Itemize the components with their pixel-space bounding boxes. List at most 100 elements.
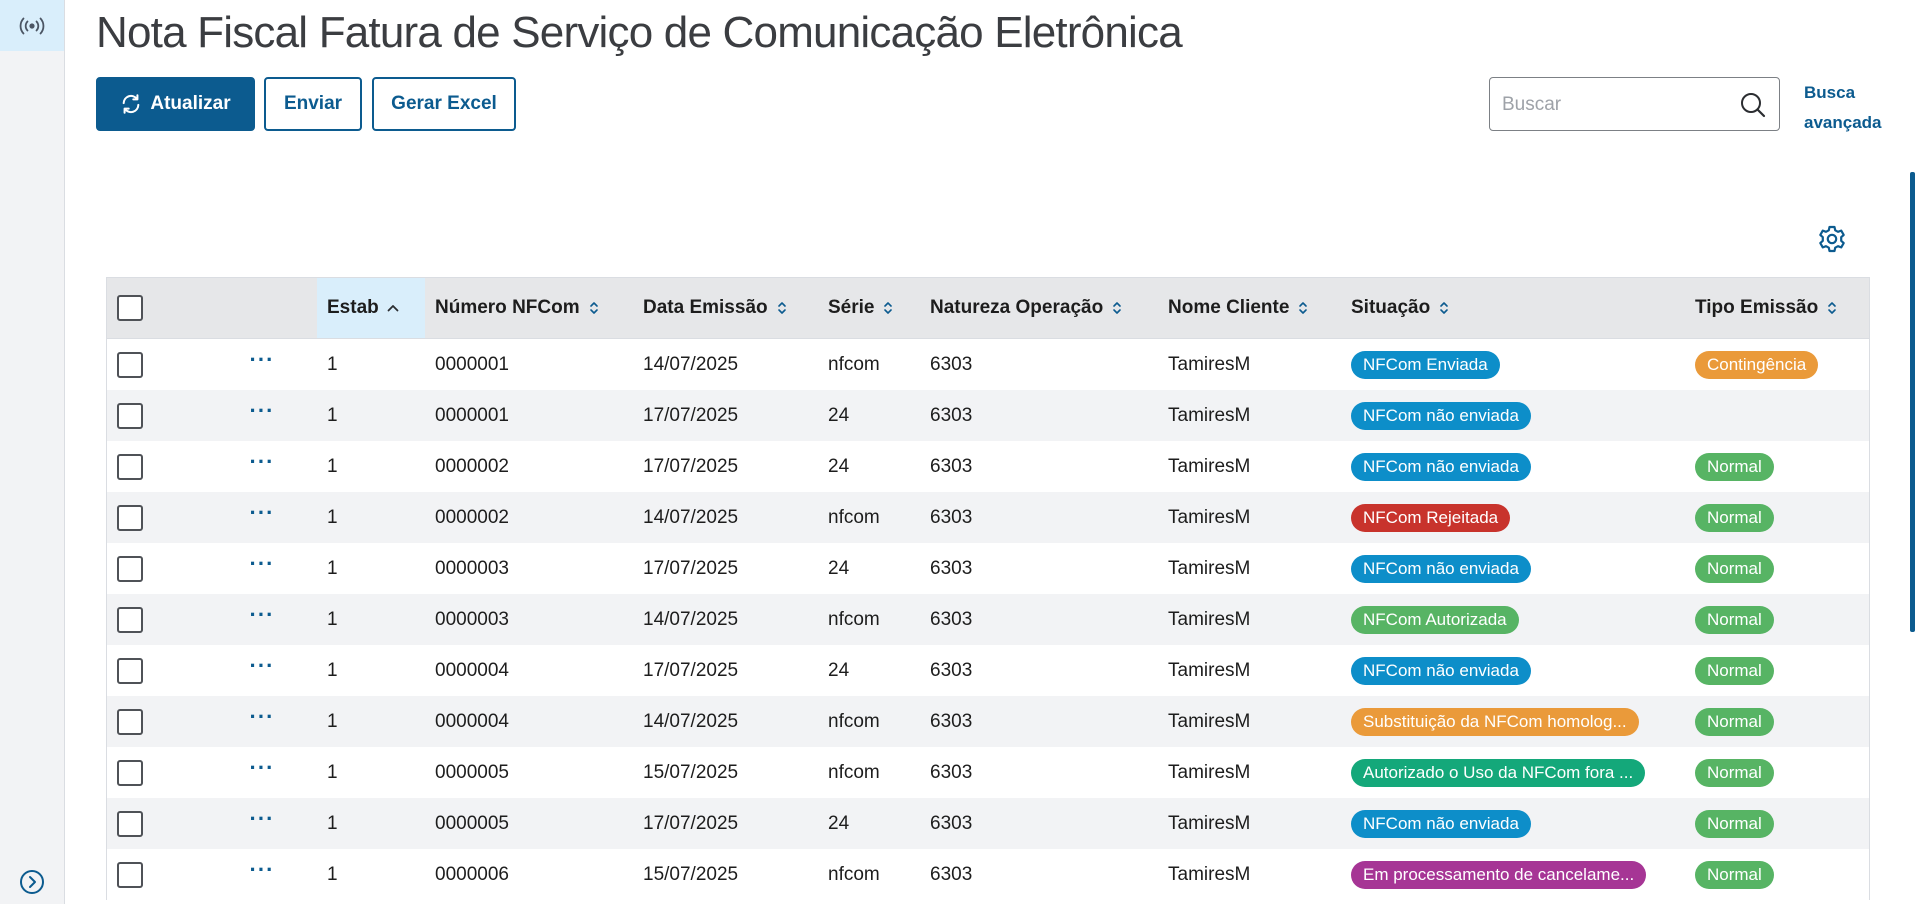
row-checkbox[interactable] xyxy=(117,351,143,378)
cell-estab: 1 xyxy=(327,353,338,375)
gear-icon[interactable] xyxy=(1817,224,1847,254)
cell-numero: 0000001 xyxy=(435,353,509,375)
column-header-label: Tipo Emissão xyxy=(1695,297,1819,318)
table-row[interactable]: ··· 1 0000003 17/07/2025 24 6303 TamiresM NFCom… xyxy=(107,543,1869,594)
scrollbar[interactable] xyxy=(1910,172,1915,632)
column-header-estab[interactable]: Estab xyxy=(317,277,425,339)
more-actions-icon[interactable]: ··· xyxy=(207,399,317,426)
row-select-cell xyxy=(107,543,197,594)
table-row[interactable]: ··· 1 0000004 17/07/2025 24 6303 TamiresM NFCom… xyxy=(107,645,1869,696)
cell-numero: 0000003 xyxy=(435,557,509,579)
cell-serie: 24 xyxy=(818,390,920,441)
main-content: Nota Fiscal Fatura de Serviço de Comunic… xyxy=(65,0,1915,904)
more-actions-icon[interactable]: ··· xyxy=(207,501,317,528)
row-checkbox[interactable] xyxy=(117,759,143,786)
more-actions-icon[interactable]: ··· xyxy=(207,348,317,375)
more-actions-icon[interactable]: ··· xyxy=(207,807,317,834)
emission-type-badge: Normal xyxy=(1695,758,1774,787)
row-checkbox[interactable] xyxy=(117,453,143,480)
cell-estab: 1 xyxy=(317,390,425,441)
table-row[interactable]: ··· 1 0000006 15/07/2025 nfcom 6303 TamiresM Em… xyxy=(107,849,1869,900)
row-actions-cell: ··· xyxy=(197,339,317,391)
table-row[interactable]: ··· 1 0000002 17/07/2025 24 6303 TamiresM NFCom… xyxy=(107,441,1869,492)
row-checkbox[interactable] xyxy=(117,810,143,837)
status-badge: Autorizado o Uso da NFCom fora ... xyxy=(1351,758,1646,787)
sidebar-menu-item[interactable] xyxy=(0,0,64,51)
refresh-button[interactable]: Atualizar xyxy=(96,77,255,131)
cell-numero: 0000003 xyxy=(425,594,633,645)
more-actions-icon[interactable]: ··· xyxy=(207,705,317,732)
more-actions-icon[interactable]: ··· xyxy=(207,756,317,783)
more-actions-icon[interactable]: ··· xyxy=(207,603,317,630)
cell-cliente: TamiresM xyxy=(1168,557,1251,579)
search-input[interactable] xyxy=(1500,78,1734,132)
more-actions-icon[interactable]: ··· xyxy=(207,552,317,579)
row-checkbox[interactable] xyxy=(117,504,143,531)
cell-cliente: TamiresM xyxy=(1158,594,1341,645)
generate-excel-button[interactable]: Gerar Excel xyxy=(372,77,516,131)
cell-natureza: 6303 xyxy=(930,761,973,783)
cell-numero: 0000005 xyxy=(425,798,633,849)
sort-icon[interactable] xyxy=(588,300,600,316)
cell-tipo-emissao: Normal xyxy=(1685,747,1869,798)
row-checkbox[interactable] xyxy=(117,657,143,684)
cell-tipo-emissao: Normal xyxy=(1685,849,1869,900)
emission-type-badge: Normal xyxy=(1695,503,1774,532)
table-row[interactable]: ··· 1 0000001 14/07/2025 nfcom 6303 TamiresM NF… xyxy=(107,339,1869,391)
table-row[interactable]: ··· 1 0000005 15/07/2025 nfcom 6303 TamiresM Au… xyxy=(107,747,1869,798)
select-all-checkbox[interactable] xyxy=(117,295,143,321)
more-actions-icon[interactable]: ··· xyxy=(207,450,317,477)
cell-situacao: NFCom Rejeitada xyxy=(1341,492,1685,543)
row-checkbox[interactable] xyxy=(117,606,143,633)
cell-serie: 24 xyxy=(828,455,850,477)
cell-natureza: 6303 xyxy=(930,353,973,375)
row-checkbox[interactable] xyxy=(117,555,143,582)
cell-numero: 0000001 xyxy=(425,390,633,441)
send-button-label: Enviar xyxy=(283,93,343,114)
row-checkbox[interactable] xyxy=(117,402,143,429)
table-row[interactable]: ··· 1 0000002 14/07/2025 nfcom 6303 TamiresM NF… xyxy=(107,492,1869,543)
column-header-natureza[interactable]: Natureza Operação xyxy=(920,277,1158,339)
sort-ascending-icon[interactable] xyxy=(387,300,399,316)
column-header-cliente[interactable]: Nome Cliente xyxy=(1158,277,1341,339)
status-badge: NFCom não enviada xyxy=(1351,656,1531,685)
cell-cliente: TamiresM xyxy=(1158,492,1341,543)
table-row[interactable]: ··· 1 0000001 17/07/2025 24 6303 TamiresM NFCom… xyxy=(107,390,1869,441)
cell-situacao: Em processamento de cancelame... xyxy=(1341,849,1685,900)
advanced-search-link[interactable]: Busca avançada xyxy=(1804,78,1894,138)
sort-icon[interactable] xyxy=(882,300,894,316)
more-actions-icon[interactable]: ··· xyxy=(207,654,317,681)
column-header-label: Número NFCom xyxy=(435,297,580,318)
table-row[interactable]: ··· 1 0000004 14/07/2025 nfcom 6303 TamiresM Su… xyxy=(107,696,1869,747)
table-row[interactable]: ··· 1 0000005 17/07/2025 24 6303 TamiresM NFCom… xyxy=(107,798,1869,849)
row-actions-cell: ··· xyxy=(197,849,317,900)
column-header-data-emissao[interactable]: Data Emissão xyxy=(633,277,818,339)
row-select-cell xyxy=(107,441,197,492)
sort-icon[interactable] xyxy=(1438,300,1450,316)
column-header-tipo-emissao[interactable]: Tipo Emissão xyxy=(1685,277,1869,339)
cell-cliente: TamiresM xyxy=(1168,455,1251,477)
column-header-numero[interactable]: Número NFCom xyxy=(425,277,633,339)
row-checkbox[interactable] xyxy=(117,861,143,888)
cell-numero: 0000005 xyxy=(435,761,509,783)
cell-natureza: 6303 xyxy=(930,455,973,477)
cell-tipo-emissao: Normal xyxy=(1685,492,1869,543)
sidebar-expand-button[interactable] xyxy=(0,862,64,902)
more-actions-icon[interactable]: ··· xyxy=(207,858,317,885)
sort-icon[interactable] xyxy=(1826,300,1838,316)
row-select-cell xyxy=(107,798,197,849)
send-button[interactable]: Enviar xyxy=(264,77,362,131)
cell-numero: 0000004 xyxy=(435,659,509,681)
sort-icon[interactable] xyxy=(1297,300,1309,316)
cell-tipo-emissao: Contingência xyxy=(1685,339,1869,391)
search-icon[interactable] xyxy=(1739,91,1767,119)
row-checkbox[interactable] xyxy=(117,708,143,735)
sort-icon[interactable] xyxy=(776,300,788,316)
table-row[interactable]: ··· 1 0000003 14/07/2025 nfcom 6303 TamiresM NF… xyxy=(107,594,1869,645)
column-header-situacao[interactable]: Situação xyxy=(1341,277,1685,339)
status-badge: NFCom Autorizada xyxy=(1351,605,1519,634)
page-title: Nota Fiscal Fatura de Serviço de Comunic… xyxy=(96,8,1183,57)
column-header-serie[interactable]: Série xyxy=(818,277,920,339)
sort-icon[interactable] xyxy=(1111,300,1123,316)
cell-cliente: TamiresM xyxy=(1168,659,1251,681)
